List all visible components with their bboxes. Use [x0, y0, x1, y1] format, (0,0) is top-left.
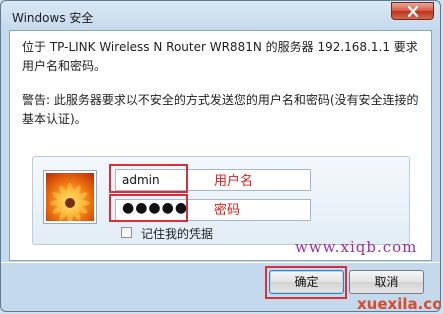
username-highlight-box — [109, 164, 188, 193]
titlebar: Windows 安全 — [1, 1, 440, 29]
credential-tile: admin ●●●●● 用户名 密码 记住我的凭据 — [32, 156, 410, 245]
watermark-site1: www.xiqb.com — [295, 238, 418, 256]
username-annotation: 用户名 — [214, 174, 254, 189]
password-highlight-box — [109, 194, 188, 222]
window-title: Windows 安全 — [12, 11, 94, 25]
dialog-content: 位于 TP-LINK Wireless N Router WR881N 的服务器… — [9, 30, 432, 261]
footer-divider — [1, 262, 440, 263]
cancel-button[interactable]: 取消 — [349, 270, 424, 294]
server-prompt-text: 位于 TP-LINK Wireless N Router WR881N 的服务器… — [22, 40, 418, 73]
password-annotation: 密码 — [214, 203, 241, 218]
close-icon — [407, 6, 419, 17]
close-button[interactable] — [391, 2, 434, 20]
remember-checkbox[interactable] — [121, 227, 132, 238]
remember-label: 记住我的凭据 — [141, 227, 214, 241]
security-warning-text: 警告: 此服务器要求以不安全的方式发送您的用户名和密码(没有安全连接的基本认证)… — [22, 93, 419, 126]
watermark-site2: xuexila.com — [357, 295, 440, 312]
user-avatar-icon — [44, 171, 96, 223]
windows-security-dialog: Windows 安全 位于 TP-LINK Wireless N Router … — [0, 0, 441, 312]
ok-highlight-box — [265, 266, 347, 299]
